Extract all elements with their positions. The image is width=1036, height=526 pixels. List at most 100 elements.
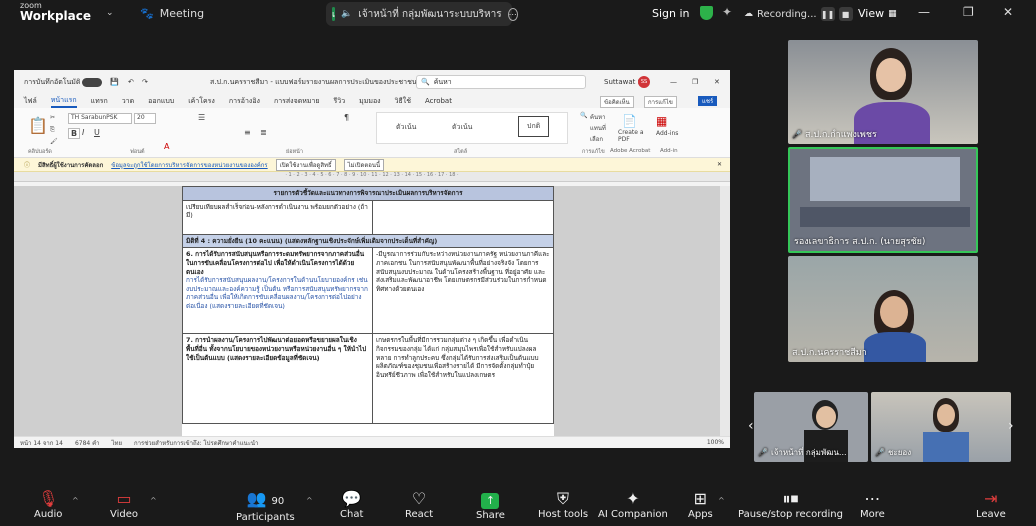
style-normal[interactable]: ปกติ <box>518 116 550 137</box>
recording-label: Recording... <box>757 8 817 20</box>
info-bar-enable-button[interactable]: เปิดใช้งานเพื่อดูสิทธิ์ <box>275 158 336 171</box>
shield-check-icon[interactable] <box>700 6 713 20</box>
ribbon-tab[interactable]: เค้าโครง <box>188 96 215 107</box>
participant-tile-1[interactable]: 🎤 ส.ป.ก.กำแพงเพชร <box>788 40 978 144</box>
ribbon-tab[interactable]: มุมมอง <box>359 96 380 107</box>
pause-stop-recording-button[interactable]: ⏸⏹ Pause/stop recording <box>738 490 843 521</box>
audio-options-caret-icon[interactable]: ^ <box>72 496 79 505</box>
q6-title: 6. การได้รับการสนับสนุนหรือการระดมทรัพยา… <box>186 250 365 276</box>
status-accessibility[interactable]: การช่วยสำหรับการเข้าถึง: โปรดศึกษาคำแนะน… <box>134 438 258 448</box>
find-button[interactable]: ค้นหา <box>590 112 605 122</box>
participant-tile-2-active[interactable]: รองเลขาธิการ ส.ป.ก. (นายสุรชัย) <box>788 147 978 253</box>
participants-button[interactable]: 👥 90 Participants <box>236 490 295 524</box>
create-pdf-icon[interactable]: 📄 <box>622 114 637 128</box>
ribbon-tab[interactable]: การส่งจดหมาย <box>274 96 320 107</box>
font-name-select[interactable]: TH SarabunPSK <box>68 113 132 124</box>
comments-button[interactable]: ข้อคิดเห็น <box>600 96 634 108</box>
more-icon[interactable]: ⋯ <box>507 7 518 21</box>
add-ins-icon[interactable]: ▦ <box>656 114 667 128</box>
editing-mode-button[interactable]: การแก้ไข <box>644 96 677 108</box>
replace-button[interactable]: แทนที่ <box>590 123 606 133</box>
share-doc-button[interactable]: แชร์ <box>698 96 718 106</box>
participant-name-text: ส.ป.ก.นครราชสีมา <box>792 348 867 358</box>
info-bar-text: ข้อมูลจะถูกใช้โดยการบริหารจัดการของหน่วย… <box>111 161 268 169</box>
stop-recording-icon[interactable]: ■ <box>838 7 853 21</box>
italic-button[interactable]: I <box>82 128 84 137</box>
status-page: หน้า 14 จาก 14 <box>20 439 63 447</box>
font-size-select[interactable]: 20 <box>134 113 156 124</box>
save-icon[interactable]: 💾 <box>110 78 119 86</box>
restore-icon[interactable]: ❐ <box>963 5 974 19</box>
chat-button[interactable]: 💬 Chat <box>340 490 363 521</box>
ribbon-tab[interactable]: ออกแบบ <box>148 96 174 107</box>
apps-caret-icon[interactable]: ^ <box>718 496 725 505</box>
audio-button[interactable]: 🎙 Audio <box>34 490 62 521</box>
document-page[interactable]: รายการตัวชี้วัดและแนวทางการพิจารณาประเมิ… <box>182 186 554 436</box>
more-button[interactable]: ⋯ More <box>860 490 885 521</box>
underline-button[interactable]: U <box>94 128 100 137</box>
style-emphasis-2[interactable]: ตัวเน้น <box>452 122 472 133</box>
share-button[interactable]: ↑ Share <box>476 490 505 521</box>
leave-label: Leave <box>976 509 1006 520</box>
ribbon-tab[interactable]: การอ้างอิง <box>229 96 260 107</box>
ribbon-tab[interactable]: ไฟล์ <box>24 96 37 107</box>
info-bar-close-icon[interactable]: ✕ <box>717 161 722 168</box>
redo-icon[interactable]: ↷ <box>142 78 148 86</box>
participant-tile-4[interactable]: 🎤 เจ้าหน้าที่ กลุ่มพัฒน... <box>754 392 868 462</box>
gallery-next-icon[interactable]: › <box>1008 418 1014 434</box>
ribbon-tab[interactable]: Acrobat <box>425 97 452 105</box>
format-painter-icon[interactable]: 🖌 <box>50 138 58 145</box>
paragraph-mark-icon[interactable]: ¶ <box>344 113 349 122</box>
group-editing: การแก้ไข <box>582 149 605 155</box>
bullets-icon[interactable]: ☰ <box>198 113 205 122</box>
active-speaker-indicator[interactable]: เ 🔈 เจ้าหน้าที่ กลุ่มพัฒนาระบบบริหาร ⋯ <box>326 2 518 26</box>
align-center-icon[interactable]: ≣ <box>260 128 267 137</box>
word-minimize-icon[interactable]: — <box>670 78 677 86</box>
ai-companion-button[interactable]: ✦ AI Companion <box>598 490 668 521</box>
sign-in-link[interactable]: Sign in <box>652 7 690 20</box>
find-icon[interactable]: 🔍 <box>580 112 587 119</box>
speaker-volume-icon: 🔈 <box>341 9 353 19</box>
host-tools-button[interactable]: ⛨ Host tools <box>538 490 588 521</box>
ribbon-tab[interactable]: รีวิว <box>334 96 346 107</box>
ai-sparkle-icon[interactable]: ✦ <box>722 5 732 19</box>
info-bar-dismiss-button[interactable]: ไม่เปิดตอนนี้ <box>343 158 385 171</box>
participant-tile-5[interactable]: 🎤 ชะยอง <box>871 392 1011 462</box>
react-button[interactable]: ♡ React <box>405 490 433 521</box>
minimize-icon[interactable]: — <box>918 5 930 19</box>
word-restore-icon[interactable]: ❐ <box>692 78 698 86</box>
video-options-caret-icon[interactable]: ^ <box>150 496 157 505</box>
document-scrollbar[interactable] <box>720 186 730 436</box>
apps-button[interactable]: ⊞ Apps <box>688 490 713 521</box>
style-emphasis[interactable]: ตัวเน้น <box>396 122 416 133</box>
ribbon-tab[interactable]: วาด <box>122 96 134 107</box>
bold-button[interactable]: B <box>68 128 81 139</box>
participant-face <box>816 406 836 428</box>
gallery-prev-icon[interactable]: ‹ <box>748 418 754 434</box>
participant-name-text: เจ้าหน้าที่ กลุ่มพัฒน... <box>770 448 847 457</box>
video-button[interactable]: ▭ Video <box>110 490 138 521</box>
align-left-icon[interactable]: ≡ <box>244 128 251 137</box>
word-close-icon[interactable]: ✕ <box>714 78 720 86</box>
copy-icon[interactable]: ⎘ <box>50 126 55 134</box>
pause-recording-icon[interactable]: ❚❚ <box>820 7 835 21</box>
autosave-toggle[interactable] <box>82 78 102 87</box>
meeting-info-button[interactable]: 🐾 Meeting <box>140 7 204 20</box>
ribbon-tab[interactable]: แทรก <box>91 96 108 107</box>
status-zoom[interactable]: 100% <box>707 439 724 446</box>
cut-icon[interactable]: ✂ <box>50 114 55 121</box>
participant-tile-3[interactable]: ส.ป.ก.นครราชสีมา <box>788 256 978 362</box>
user-avatar[interactable]: SS <box>638 76 650 88</box>
undo-icon[interactable]: ↶ <box>128 78 134 86</box>
chevron-down-icon[interactable]: ⌄ <box>106 8 114 18</box>
participants-caret-icon[interactable]: ^ <box>306 496 313 505</box>
ribbon-tab[interactable]: หน้าแรก <box>50 95 77 108</box>
ribbon-tab[interactable]: วิธีใช้ <box>395 96 411 107</box>
word-search-box[interactable]: 🔍 ค้นหา <box>416 75 586 89</box>
view-button[interactable]: View ▦ <box>858 7 897 20</box>
paw-icon: 🐾 <box>140 7 154 20</box>
leave-button[interactable]: ⇥ Leave <box>976 490 1006 521</box>
paste-icon[interactable]: 📋 <box>28 116 48 135</box>
close-icon[interactable]: ✕ <box>1003 5 1013 19</box>
select-button[interactable]: เลือก <box>590 134 603 144</box>
